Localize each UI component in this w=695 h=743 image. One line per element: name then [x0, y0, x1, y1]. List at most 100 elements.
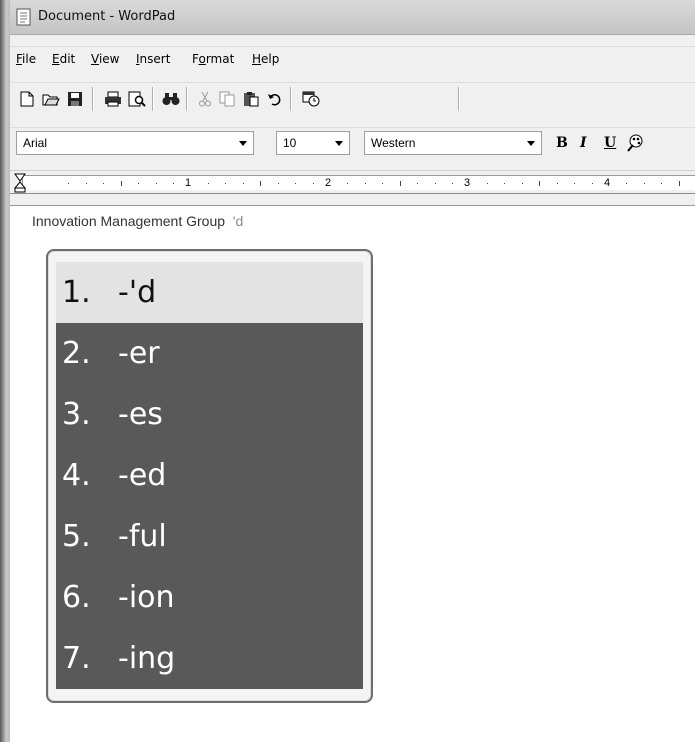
indent-marker-icon[interactable] — [13, 173, 27, 193]
wordpad-document-icon — [16, 8, 31, 26]
suggestion-item-2[interactable]: 2. -er — [56, 323, 363, 384]
ruler-mark-1: 1 — [185, 177, 192, 189]
undo-icon[interactable] — [264, 88, 286, 110]
ruler-dot — [103, 183, 104, 184]
format-toolbar: Arial 10 Western B I U — [10, 127, 695, 160]
toolbar-separator — [152, 87, 154, 111]
ruler-dot — [626, 183, 627, 184]
menu-view[interactable]: View — [91, 52, 119, 66]
ruler[interactable]: 1 2 3 4 — [10, 170, 695, 194]
ruler-half-tick — [121, 181, 122, 186]
ruler-half-tick — [539, 181, 540, 186]
title-bar[interactable]: Document - WordPad — [10, 0, 695, 35]
chevron-down-icon[interactable] — [239, 141, 247, 146]
find-binoculars-icon[interactable] — [160, 88, 182, 110]
suggestion-text: -es — [118, 397, 163, 432]
suggestion-item-5[interactable]: 5. -ful — [56, 506, 363, 567]
ruler-dot — [347, 183, 348, 184]
suggestion-number: 2. — [62, 336, 91, 371]
menu-edit[interactable]: Edit — [52, 52, 75, 66]
save-disk-icon[interactable] — [64, 88, 86, 110]
chevron-down-icon[interactable] — [335, 141, 343, 146]
menu-help[interactable]: Help — [252, 52, 279, 66]
script-select[interactable]: Western — [364, 131, 542, 155]
window-title: Document - WordPad — [38, 9, 176, 24]
suggestion-number: 3. — [62, 397, 91, 432]
menu-insert[interactable]: Insert — [136, 52, 170, 66]
ruler-dot — [173, 183, 174, 184]
menu-format[interactable]: Format — [192, 52, 234, 66]
font-size-value: 10 — [283, 136, 297, 150]
menu-bar: File Edit View Insert Format Help — [10, 46, 695, 69]
suggestion-text: -er — [118, 336, 160, 371]
new-document-icon[interactable] — [16, 88, 38, 110]
suggestion-list-popup: 1. -'d 2. -er 3. -es 4. -ed 5. -ful 6. -ion 7.… — [46, 249, 373, 703]
font-size-select[interactable]: 10 — [276, 131, 350, 155]
ruler-mark-2: 2 — [325, 177, 332, 189]
ruler-dot — [225, 183, 226, 184]
paste-icon[interactable] — [240, 88, 262, 110]
menu-file[interactable]: File — [16, 52, 36, 66]
suggestion-item-3[interactable]: 3. -es — [56, 384, 363, 445]
toolbar-separator — [92, 87, 94, 111]
cut-scissors-icon[interactable] — [194, 88, 216, 110]
underline-button[interactable]: U — [604, 135, 616, 151]
ruler-mark-4: 4 — [604, 177, 611, 189]
suggestion-item-6[interactable]: 6. -ion — [56, 567, 363, 628]
ruler-half-tick — [400, 181, 401, 186]
suggestion-number: 6. — [62, 580, 91, 615]
open-folder-icon[interactable] — [40, 88, 62, 110]
suggestion-text: -'d — [118, 275, 157, 310]
ruler-dot — [138, 183, 139, 184]
ruler-dot — [382, 183, 383, 184]
suggestion-text: -ed — [118, 458, 167, 493]
suggestion-item-7[interactable]: 7. -ing — [56, 628, 363, 689]
ruler-dot — [417, 183, 418, 184]
suggestion-text: -ing — [118, 641, 176, 676]
ruler-dot — [644, 183, 645, 184]
insert-datetime-icon[interactable] — [300, 88, 322, 110]
window-frame-left — [0, 0, 10, 742]
ruler-dot — [295, 183, 296, 184]
wordpad-window: Document - WordPad File Edit View Insert… — [10, 0, 695, 743]
script-value: Western — [371, 136, 416, 150]
ruler-dot — [278, 183, 279, 184]
suggestion-number: 5. — [62, 519, 91, 554]
ruler-half-tick — [679, 181, 680, 186]
ruler-dot — [452, 183, 453, 184]
toolbar-separator — [186, 87, 188, 111]
suggestion-number: 1. — [62, 275, 91, 310]
toolbar-separator — [458, 87, 460, 111]
pending-suffix: 'd — [232, 213, 244, 229]
ruler-dot — [557, 183, 558, 184]
chevron-down-icon[interactable] — [527, 141, 535, 146]
font-name-value: Arial — [23, 136, 48, 150]
bold-button[interactable]: B — [556, 135, 568, 151]
italic-button[interactable]: I — [580, 135, 587, 151]
ruler-dot — [156, 183, 157, 184]
suggestion-text: -ful — [118, 519, 167, 554]
suggestion-number: 7. — [62, 641, 91, 676]
font-name-select[interactable]: Arial — [16, 131, 254, 155]
suggestion-item-1[interactable]: 1. -'d — [56, 262, 363, 323]
ruler-half-tick — [260, 181, 261, 186]
ruler-dot — [86, 183, 87, 184]
suggestion-item-4[interactable]: 4. -ed — [56, 445, 363, 506]
ruler-dot — [592, 183, 593, 184]
suggestion-number: 4. — [62, 458, 91, 493]
color-palette-icon[interactable] — [624, 132, 646, 154]
print-preview-icon[interactable] — [126, 88, 148, 110]
print-icon[interactable] — [102, 88, 124, 110]
document-text: Innovation Management Group — [32, 213, 226, 229]
ruler-dot — [365, 183, 366, 184]
toolbar-separator — [290, 87, 292, 111]
ruler-dot — [522, 183, 523, 184]
ruler-dot — [435, 183, 436, 184]
ruler-strip: 1 2 3 4 — [13, 173, 695, 193]
ruler-dot — [487, 183, 488, 184]
copy-icon[interactable] — [216, 88, 238, 110]
suggestion-text: -ion — [118, 580, 175, 615]
ruler-dot — [661, 183, 662, 184]
standard-toolbar — [10, 82, 695, 115]
ruler-dot — [68, 183, 69, 184]
